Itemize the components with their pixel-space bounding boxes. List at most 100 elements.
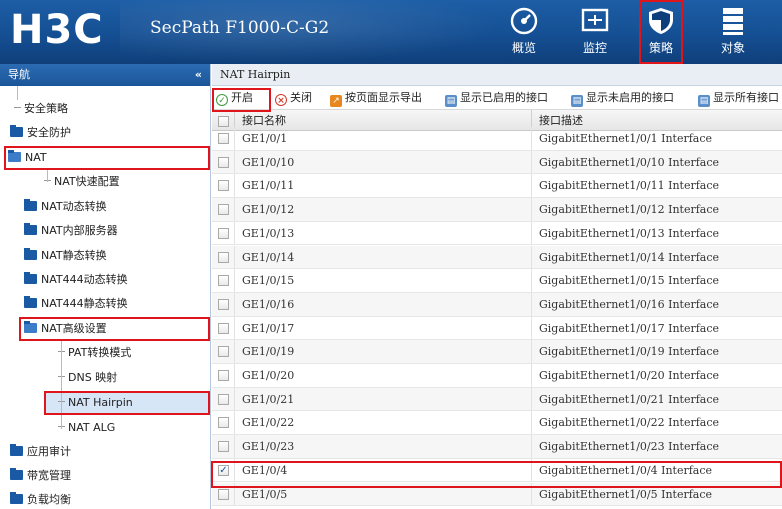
sidebar-item-label: DNS 映射: [68, 371, 118, 384]
column-divider: [531, 292, 532, 316]
table-row[interactable]: GE1/0/20 GigabitEthernet1/0/20 Interface: [212, 364, 782, 388]
row-checkbox[interactable]: [218, 275, 229, 287]
table-row[interactable]: GE1/0/21 GigabitEthernet1/0/21 Interface: [212, 387, 782, 412]
row-checkbox[interactable]: [218, 346, 229, 358]
sidebar-item-nat[interactable]: NAT: [0, 146, 211, 170]
check-circle-icon: ✓: [216, 94, 228, 106]
sidebar-item-安全策略[interactable]: 安全策略: [0, 97, 211, 121]
toolbar-button-export[interactable]: ↗ 按页面显示导出: [330, 86, 422, 110]
sidebar-item-content: NAT动态转换: [24, 195, 107, 219]
row-checkbox[interactable]: [218, 227, 229, 239]
sidebar-item-label: NAT静态转换: [41, 249, 107, 262]
interface-description: GigabitEthernet1/0/4 Interface: [539, 463, 713, 477]
column-divider: [531, 435, 532, 458]
interface-description: GigabitEthernet1/0/21 Interface: [539, 392, 720, 406]
interface-name: GE1/0/1: [242, 132, 288, 145]
row-checkbox[interactable]: [218, 133, 229, 144]
table-row[interactable]: GE1/0/12 GigabitEthernet1/0/12 Interface: [212, 198, 782, 222]
sidebar-item-label: NAT快速配置: [54, 175, 120, 188]
table-row[interactable]: GE1/0/16 GigabitEthernet1/0/16 Interface: [212, 292, 782, 317]
sidebar-item-nat444动态转换[interactable]: NAT444动态转换: [0, 268, 211, 292]
row-checkbox[interactable]: [218, 417, 229, 429]
topnav-object[interactable]: 对象: [698, 0, 768, 64]
interface-name: GE1/0/4: [242, 463, 288, 477]
sidebar-item-label: 安全策略: [24, 102, 68, 115]
sidebar-item-content: PAT转换模式: [58, 341, 131, 365]
table-row[interactable]: GE1/0/19 GigabitEthernet1/0/19 Interface: [212, 340, 782, 364]
column-divider: [531, 458, 532, 482]
sidebar-item-content: DNS 映射: [58, 366, 117, 390]
collapse-sidebar-button[interactable]: «: [195, 64, 202, 86]
row-checkbox[interactable]: ✓: [218, 464, 229, 476]
sidebar-item-nat动态转换[interactable]: NAT动态转换: [0, 195, 211, 219]
sidebar-item-应用审计[interactable]: 应用审计: [0, 440, 211, 464]
row-checkbox[interactable]: [218, 204, 229, 216]
interface-description: GigabitEthernet1/0/19 Interface: [539, 345, 720, 359]
column-divider: [531, 269, 532, 292]
column-divider: [531, 245, 532, 269]
folder-icon: [24, 248, 37, 260]
sidebar-item-nat-alg[interactable]: NAT ALG: [0, 416, 211, 440]
toolbar-button-disable[interactable]: × 关闭: [275, 86, 312, 110]
row-checkbox[interactable]: [218, 180, 229, 192]
topnav-monitor[interactable]: 监控: [560, 0, 630, 64]
product-name: SecPath F1000-C-G2: [150, 18, 330, 38]
sidebar-item-负载均衡[interactable]: 负载均衡: [0, 488, 211, 509]
row-checkbox[interactable]: [218, 251, 229, 263]
select-all-checkbox[interactable]: [218, 116, 229, 127]
table-row[interactable]: GE1/0/11 GigabitEthernet1/0/11 Interface: [212, 174, 782, 199]
table-row[interactable]: GE1/0/13 GigabitEthernet1/0/13 Interface: [212, 221, 782, 246]
interface-name: GE1/0/12: [242, 203, 295, 217]
sidebar-item-nat444静态转换[interactable]: NAT444静态转换: [0, 292, 211, 316]
column-divider: [531, 387, 532, 411]
sidebar-item-安全防护[interactable]: 安全防护: [0, 121, 211, 145]
table-row[interactable]: GE1/0/23 GigabitEthernet1/0/23 Interface: [212, 435, 782, 459]
table-row[interactable]: GE1/0/10 GigabitEthernet1/0/10 Interface: [212, 150, 782, 175]
table-row[interactable]: GE1/0/17 GigabitEthernet1/0/17 Interface: [212, 316, 782, 341]
toolbar-button-enable[interactable]: ✓ 开启: [216, 86, 253, 110]
folder-icon: [24, 296, 37, 308]
toolbar-button-show-all[interactable]: ▤ 显示所有接口: [698, 86, 779, 110]
table-row[interactable]: GE1/0/5 GigabitEthernet1/0/5 Interface: [212, 482, 782, 507]
toolbar-button-show-enabled[interactable]: ▤ 显示已启用的接口: [445, 86, 548, 110]
table-row[interactable]: GE1/0/1 GigabitEthernet1/0/1 Interface: [212, 127, 782, 151]
table-row[interactable]: GE1/0/14 GigabitEthernet1/0/14 Interface: [212, 245, 782, 270]
interface-description: GigabitEthernet1/0/22 Interface: [539, 416, 720, 430]
sidebar-item-nat快速配置[interactable]: NAT快速配置: [0, 170, 211, 194]
row-checkbox[interactable]: [218, 156, 229, 168]
row-checkbox[interactable]: [218, 441, 229, 453]
topnav-policy[interactable]: 策略: [626, 0, 696, 64]
table-row[interactable]: ✓ GE1/0/4 GigabitEthernet1/0/4 Interface: [212, 458, 782, 483]
folder-icon: [10, 468, 23, 480]
column-divider: [234, 245, 235, 269]
folder-icon: [10, 444, 23, 456]
brand-logo: H3C: [10, 7, 104, 53]
column-divider: [234, 127, 235, 150]
sidebar-item-dns-映射[interactable]: DNS 映射: [0, 366, 211, 390]
sidebar-item-pat转换模式[interactable]: PAT转换模式: [0, 341, 211, 365]
sidebar-item-nat静态转换[interactable]: NAT静态转换: [0, 244, 211, 268]
row-checkbox[interactable]: [218, 298, 229, 310]
sidebar-item-nat高级设置[interactable]: NAT高级设置: [0, 317, 211, 341]
row-checkbox[interactable]: [218, 322, 229, 334]
topnav-overview[interactable]: 概览: [489, 0, 559, 64]
toolbar-button-label: 显示所有接口: [713, 91, 779, 104]
sidebar-item-label: 带宽管理: [27, 469, 71, 482]
row-checkbox[interactable]: [218, 370, 229, 381]
column-divider: [234, 269, 235, 292]
folder-icon: [10, 125, 23, 137]
table-row[interactable]: GE1/0/15 GigabitEthernet1/0/15 Interface: [212, 269, 782, 293]
table-row[interactable]: GE1/0/22 GigabitEthernet1/0/22 Interface: [212, 411, 782, 436]
sidebar-item-content: NAT: [8, 146, 47, 170]
sidebar-item-带宽管理[interactable]: 带宽管理: [0, 464, 211, 488]
sidebar-item-nat内部服务器[interactable]: NAT内部服务器: [0, 219, 211, 243]
sidebar-header: 导航 «: [0, 64, 210, 86]
column-divider: [531, 316, 532, 340]
column-divider: [531, 340, 532, 363]
column-divider: [234, 316, 235, 340]
row-checkbox[interactable]: [218, 393, 229, 405]
row-checkbox[interactable]: [218, 488, 229, 500]
toolbar-button-show-disabled[interactable]: ▤ 显示未启用的接口: [571, 86, 674, 110]
sidebar-item-nat-hairpin[interactable]: NAT Hairpin: [0, 391, 211, 415]
folder-icon: [24, 199, 37, 211]
